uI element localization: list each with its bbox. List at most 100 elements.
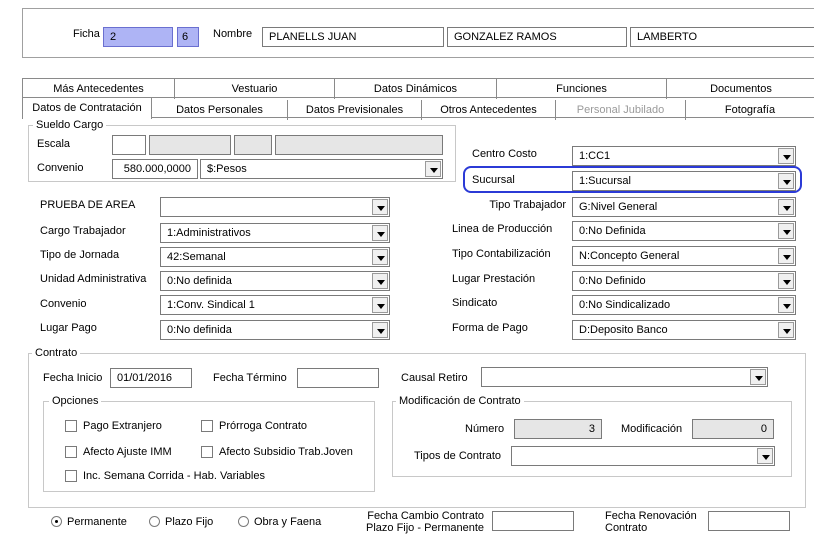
convenio-select[interactable]: 1:Conv. Sindical 1 [160, 295, 390, 315]
pago-extranjero-label: Pago Extranjero [83, 420, 162, 432]
tab-datos-personales[interactable]: Datos Personales [152, 100, 288, 120]
moneda-value: $:Pesos [207, 163, 247, 175]
chevron-down-icon[interactable] [778, 223, 794, 239]
tab-funciones[interactable]: Funciones [497, 79, 667, 99]
chevron-down-icon[interactable] [372, 199, 388, 215]
modificacion-title: Modificación de Contrato [396, 394, 524, 408]
fecha-cambio-input[interactable] [492, 511, 574, 531]
chevron-down-icon[interactable] [372, 225, 388, 241]
apellido-paterno-input[interactable]: GONZALEZ RAMOS [447, 27, 627, 47]
chevron-down-icon[interactable] [778, 173, 794, 189]
tipo-contabilizacion-value: N:Concepto General [579, 250, 680, 262]
permanente-radio[interactable] [51, 516, 62, 527]
tab-mas-antecedentes[interactable]: Más Antecedentes [23, 79, 175, 99]
obra-faena-radio[interactable] [238, 516, 249, 527]
tab-strip-bottom: Datos de Contratación Datos Personales D… [22, 98, 814, 120]
tab-documentos[interactable]: Documentos [667, 79, 814, 99]
centro-costo-label: Centro Costo [472, 148, 537, 160]
causal-retiro-select[interactable] [481, 367, 768, 387]
lugar-pago-label: Lugar Pago [40, 322, 97, 334]
ficha-dv-input[interactable]: 6 [177, 27, 199, 47]
tipo-trabajador-select[interactable]: G:Nivel General [572, 197, 796, 217]
linea-produccion-select[interactable]: 0:No Definida [572, 221, 796, 241]
lugar-pago-select[interactable]: 0:No definida [160, 320, 390, 340]
tab-strip-top: Más Antecedentes Vestuario Datos Dinámic… [22, 78, 814, 99]
unidad-administrativa-value: 0:No definida [167, 275, 232, 287]
prueba-area-label: PRUEBA DE AREA [40, 199, 136, 211]
tipo-contabilizacion-select[interactable]: N:Concepto General [572, 246, 796, 266]
afecto-subsidio-checkbox[interactable] [201, 446, 213, 458]
apellido-materno-input[interactable]: LAMBERTO [630, 27, 814, 47]
lugar-prestacion-value: 0:No Definido [579, 275, 646, 287]
cargo-trabajador-select[interactable]: 1:Administrativos [160, 223, 390, 243]
fecha-renovacion-label-2: Contrato [605, 522, 648, 534]
obra-faena-label: Obra y Faena [254, 516, 322, 528]
tipo-trabajador-value: G:Nivel General [579, 201, 658, 213]
chevron-down-icon[interactable] [778, 148, 794, 164]
sindicato-label: Sindicato [452, 297, 498, 309]
chevron-down-icon[interactable] [372, 273, 388, 289]
pago-extranjero-checkbox[interactable] [65, 420, 77, 432]
chevron-down-icon[interactable] [757, 448, 773, 464]
tab-datos-previsionales[interactable]: Datos Previsionales [288, 100, 422, 120]
chevron-down-icon[interactable] [778, 297, 794, 313]
tipo-trabajador-label: Tipo Trabajador [489, 199, 566, 211]
chevron-down-icon[interactable] [778, 199, 794, 215]
linea-produccion-label: Linea de Producción [452, 223, 553, 235]
chevron-down-icon[interactable] [778, 248, 794, 264]
tipos-contrato-select[interactable] [511, 446, 775, 466]
tab-datos-contratacion[interactable]: Datos de Contratación [22, 98, 152, 119]
unidad-administrativa-select[interactable]: 0:No definida [160, 271, 390, 291]
semana-corrida-label: Inc. Semana Corrida - Hab. Variables [83, 470, 265, 482]
afecto-subsidio-label: Afecto Subsidio Trab.Joven [219, 446, 353, 458]
sucursal-label: Sucursal [472, 174, 515, 186]
tipo-jornada-select[interactable]: 42:Semanal [160, 247, 390, 267]
afecto-imm-checkbox[interactable] [65, 446, 77, 458]
chevron-down-icon[interactable] [778, 273, 794, 289]
chevron-down-icon[interactable] [372, 249, 388, 265]
nombres-input[interactable]: PLANELLS JUAN [262, 27, 444, 47]
escala-label: Escala [37, 138, 71, 150]
ficha-input[interactable]: 2 [103, 27, 173, 47]
chevron-down-icon[interactable] [372, 297, 388, 313]
fecha-termino-input[interactable] [297, 368, 379, 388]
linea-produccion-value: 0:No Definida [579, 225, 646, 237]
tab-personal-jubilado[interactable]: Personal Jubilado [556, 100, 686, 120]
prueba-area-select[interactable] [160, 197, 390, 217]
prorroga-label: Prórroga Contrato [219, 420, 308, 432]
fecha-inicio-input[interactable]: 01/01/2016 [110, 368, 192, 388]
tab-fotografia[interactable]: Fotografía [686, 100, 814, 120]
semana-corrida-checkbox[interactable] [65, 470, 77, 482]
cargo-trabajador-label: Cargo Trabajador [40, 225, 126, 237]
plazo-fijo-radio[interactable] [149, 516, 160, 527]
tipo-contabilizacion-label: Tipo Contabilización [452, 248, 551, 260]
tab-otros-antecedentes[interactable]: Otros Antecedentes [422, 100, 556, 120]
tab-datos-dinamicos[interactable]: Datos Dinámicos [335, 79, 497, 99]
fecha-renovacion-input[interactable] [708, 511, 790, 531]
escala-input-1[interactable] [112, 135, 146, 155]
chevron-down-icon[interactable] [372, 322, 388, 338]
prorroga-checkbox[interactable] [201, 420, 213, 432]
plazo-fijo-label: Plazo Fijo [165, 516, 214, 528]
sindicato-select[interactable]: 0:No Sindicalizado [572, 295, 796, 315]
tipos-contrato-label: Tipos de Contrato [414, 450, 502, 462]
opciones-title: Opciones [49, 394, 102, 408]
numero-input: 3 [514, 419, 602, 439]
centro-costo-select[interactable]: 1:CC1 [572, 146, 796, 166]
escala-input-3 [234, 135, 272, 155]
convenio-sueldo-label: Convenio [37, 162, 84, 174]
sucursal-select[interactable]: 1:Sucursal [572, 171, 796, 191]
sucursal-value: 1:Sucursal [579, 175, 631, 187]
ficha-label: Ficha [73, 28, 100, 40]
permanente-label: Permanente [67, 516, 127, 528]
chevron-down-icon[interactable] [425, 161, 441, 177]
forma-pago-select[interactable]: D:Deposito Banco [572, 320, 796, 340]
lugar-prestacion-select[interactable]: 0:No Definido [572, 271, 796, 291]
chevron-down-icon[interactable] [750, 369, 766, 385]
chevron-down-icon[interactable] [778, 322, 794, 338]
modificacion-input: 0 [692, 419, 774, 439]
convenio-monto-input[interactable]: 580.000,0000 [112, 159, 198, 179]
tab-vestuario[interactable]: Vestuario [175, 79, 335, 99]
contrato-title: Contrato [32, 346, 81, 360]
moneda-select[interactable]: $:Pesos [200, 159, 443, 179]
